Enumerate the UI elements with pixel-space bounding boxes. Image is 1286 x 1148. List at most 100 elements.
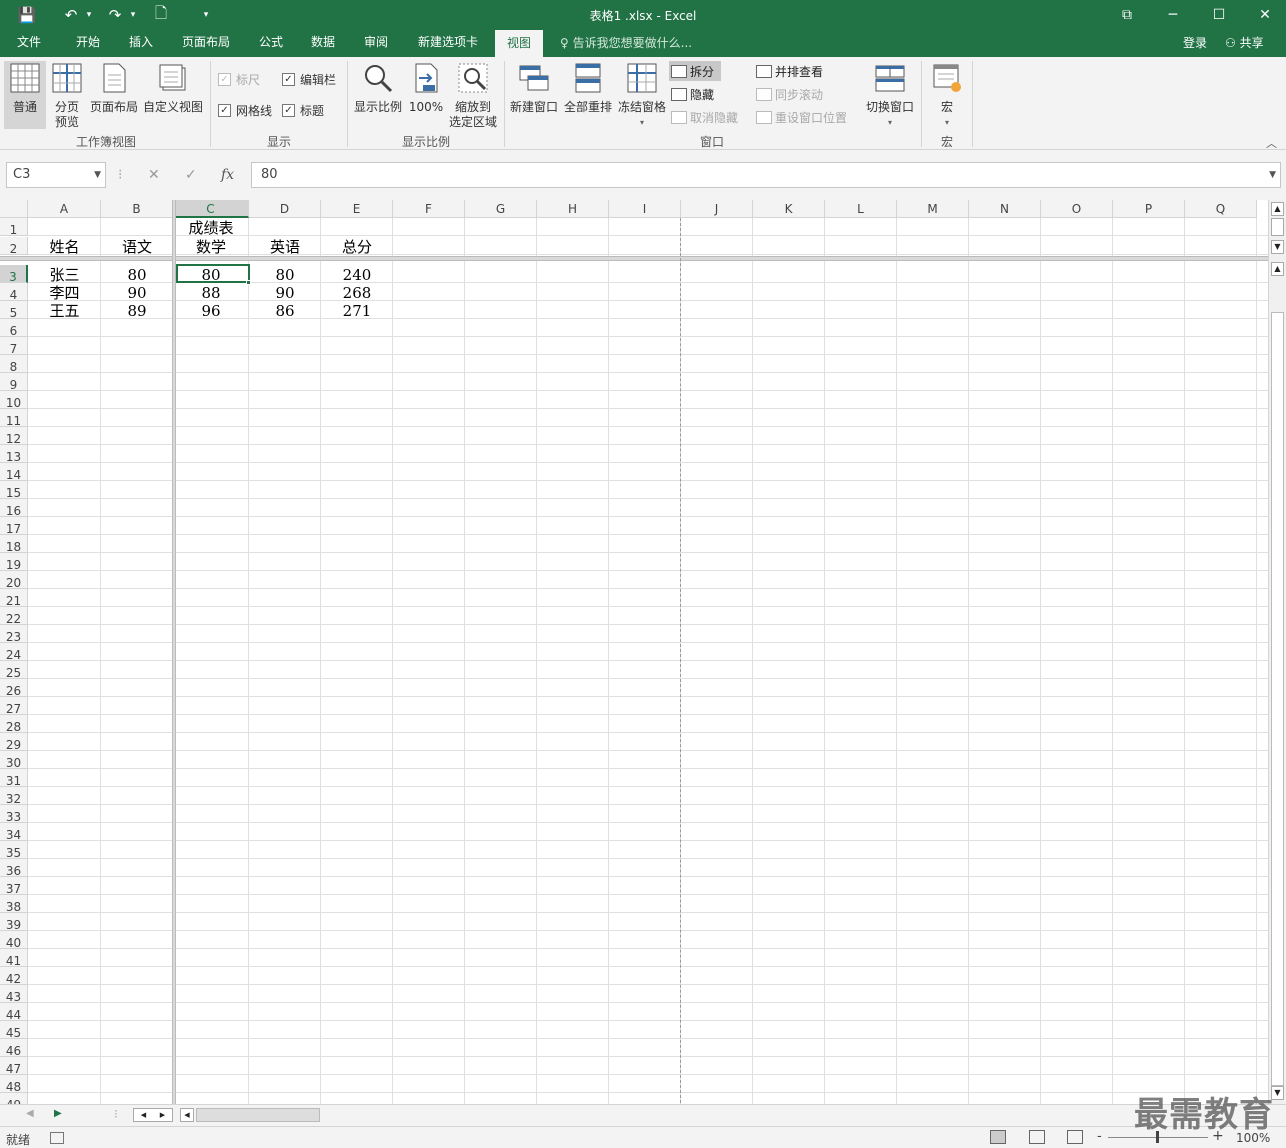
row-header-30[interactable]: 30 bbox=[0, 751, 28, 770]
reset-position-button[interactable]: 重设窗口位置 bbox=[756, 107, 856, 127]
tab-insert[interactable]: 插入 bbox=[120, 30, 162, 57]
vertical-scrollbar[interactable]: ▲ ▼ ▲ ▼ bbox=[1268, 200, 1286, 1104]
column-header-i[interactable]: I bbox=[609, 200, 681, 218]
hide-button[interactable]: 隐藏 bbox=[669, 84, 729, 104]
cell-d3[interactable]: 80 bbox=[249, 264, 321, 284]
column-header-c[interactable]: C bbox=[173, 200, 249, 218]
prev-sheet-icon[interactable]: ◀ bbox=[26, 1108, 34, 1119]
hscroll-thumb[interactable] bbox=[196, 1108, 320, 1122]
row-header-25[interactable]: 25 bbox=[0, 661, 28, 680]
column-header-e[interactable]: E bbox=[321, 200, 393, 218]
row-header-45[interactable]: 45 bbox=[0, 1021, 28, 1040]
scroll-thumb[interactable] bbox=[1271, 312, 1284, 1086]
column-header-l[interactable]: L bbox=[825, 200, 897, 218]
row-header-12[interactable]: 12 bbox=[0, 427, 28, 446]
arrange-all-button[interactable]: 全部重排 bbox=[562, 61, 614, 115]
normal-view-button[interactable]: 普通 bbox=[4, 61, 46, 129]
cell-c1[interactable]: 成绩表 bbox=[173, 217, 249, 237]
sync-scroll-button[interactable]: 同步滚动 bbox=[756, 84, 836, 104]
row-header-21[interactable]: 21 bbox=[0, 589, 28, 608]
cell-b3[interactable]: 80 bbox=[101, 264, 173, 284]
column-header-k[interactable]: K bbox=[753, 200, 825, 218]
cell-e4[interactable]: 268 bbox=[321, 282, 393, 302]
cell-e2[interactable]: 总分 bbox=[321, 236, 393, 256]
scroll-up-icon[interactable]: ▲ bbox=[1271, 202, 1284, 216]
row-header-3[interactable]: 3 bbox=[0, 265, 28, 284]
cell-d4[interactable]: 90 bbox=[249, 282, 321, 302]
row-header-40[interactable]: 40 bbox=[0, 931, 28, 950]
tell-me-search[interactable]: ♀ 告诉我您想要做什么... bbox=[560, 30, 692, 57]
cell-b4[interactable]: 90 bbox=[101, 282, 173, 302]
scroll-thumb-top[interactable] bbox=[1271, 218, 1284, 236]
macros-button[interactable]: 宏 ▾ bbox=[926, 61, 968, 130]
name-box-dropdown-icon[interactable]: ▼ bbox=[94, 163, 101, 187]
spreadsheet-grid[interactable]: A B C D E F G H I J K L M N O P Q 1 2 3 4 5 6 7 8 9 10 11 12 13 14 15 16… bbox=[0, 200, 1268, 1104]
share-button[interactable]: ⚇ 共享 bbox=[1225, 30, 1264, 56]
tab-page-layout[interactable]: 页面布局 bbox=[172, 30, 240, 57]
horizontal-split-bar[interactable] bbox=[0, 256, 1268, 261]
cell-b5[interactable]: 89 bbox=[101, 300, 173, 320]
tab-home[interactable]: 开始 bbox=[66, 30, 110, 57]
zoom-out-icon[interactable]: - bbox=[1097, 1129, 1102, 1144]
column-header-a[interactable]: A bbox=[28, 200, 101, 218]
cell-d5[interactable]: 86 bbox=[249, 300, 321, 320]
row-header-42[interactable]: 42 bbox=[0, 967, 28, 986]
gridlines-checkbox[interactable]: ✓ 网格线 bbox=[218, 102, 272, 119]
cell-c4[interactable]: 88 bbox=[173, 282, 249, 302]
column-header-j[interactable]: J bbox=[681, 200, 753, 218]
row-header-38[interactable]: 38 bbox=[0, 895, 28, 914]
row-header-23[interactable]: 23 bbox=[0, 625, 28, 644]
cell-e3[interactable]: 240 bbox=[321, 264, 393, 284]
expand-formula-icon[interactable]: ▼ bbox=[1269, 163, 1276, 187]
tab-formulas[interactable]: 公式 bbox=[250, 30, 292, 57]
row-header-11[interactable]: 11 bbox=[0, 409, 28, 428]
row-header-36[interactable]: 36 bbox=[0, 859, 28, 878]
row-header-18[interactable]: 18 bbox=[0, 535, 28, 554]
row-header-44[interactable]: 44 bbox=[0, 1003, 28, 1022]
row-header-20[interactable]: 20 bbox=[0, 571, 28, 590]
row-header-4[interactable]: 4 bbox=[0, 283, 28, 302]
vertical-split-bar[interactable] bbox=[172, 200, 176, 1104]
row-header-31[interactable]: 31 bbox=[0, 769, 28, 788]
row-header-49[interactable]: 49 bbox=[0, 1093, 28, 1104]
row-header-29[interactable]: 29 bbox=[0, 733, 28, 752]
normal-view-status-icon[interactable] bbox=[990, 1130, 1006, 1144]
close-button[interactable]: ✕ bbox=[1242, 0, 1286, 30]
switch-windows-button[interactable]: 切换窗口 ▾ bbox=[862, 61, 918, 130]
row-header-2[interactable]: 2 bbox=[0, 237, 28, 256]
row-header-16[interactable]: 16 bbox=[0, 499, 28, 518]
next-sheet-icon[interactable]: ▶ bbox=[54, 1108, 62, 1119]
row-header-9[interactable]: 9 bbox=[0, 373, 28, 392]
column-header-q[interactable]: Q bbox=[1185, 200, 1257, 218]
column-header-m[interactable]: M bbox=[897, 200, 969, 218]
row-header-41[interactable]: 41 bbox=[0, 949, 28, 968]
side-by-side-button[interactable]: 并排查看 bbox=[756, 61, 836, 81]
row-header-5[interactable]: 5 bbox=[0, 301, 28, 320]
page-layout-view-button[interactable]: 页面布局 bbox=[88, 61, 140, 115]
collapse-ribbon-icon[interactable]: ︿ bbox=[1266, 135, 1277, 151]
zoom-100-button[interactable]: 100% bbox=[406, 61, 446, 115]
tab-file[interactable]: 文件 bbox=[8, 30, 50, 57]
tab-data[interactable]: 数据 bbox=[302, 30, 344, 57]
column-header-n[interactable]: N bbox=[969, 200, 1041, 218]
scroll-down-icon[interactable]: ▼ bbox=[1271, 240, 1284, 254]
row-header-19[interactable]: 19 bbox=[0, 553, 28, 572]
row-header-8[interactable]: 8 bbox=[0, 355, 28, 374]
row-header-24[interactable]: 24 bbox=[0, 643, 28, 662]
row-header-26[interactable]: 26 bbox=[0, 679, 28, 698]
split-button[interactable]: 拆分 bbox=[669, 61, 721, 81]
page-break-preview-button[interactable]: 分页 预览 bbox=[48, 61, 86, 130]
tab-view[interactable]: 视图 bbox=[495, 30, 543, 57]
row-header-6[interactable]: 6 bbox=[0, 319, 28, 338]
zoom-button[interactable]: 显示比例 bbox=[352, 61, 404, 115]
cell-c5[interactable]: 96 bbox=[173, 300, 249, 320]
formula-bar-options-icon[interactable]: ⁝ bbox=[118, 162, 122, 188]
row-header-33[interactable]: 33 bbox=[0, 805, 28, 824]
row-header-14[interactable]: 14 bbox=[0, 463, 28, 482]
row-header-35[interactable]: 35 bbox=[0, 841, 28, 860]
row-header-22[interactable]: 22 bbox=[0, 607, 28, 626]
minimize-button[interactable]: ─ bbox=[1150, 0, 1196, 30]
column-header-h[interactable]: H bbox=[537, 200, 609, 218]
formula-bar-checkbox[interactable]: ✓ 编辑栏 bbox=[282, 71, 336, 88]
scroll-up-icon-lower[interactable]: ▲ bbox=[1271, 262, 1284, 276]
